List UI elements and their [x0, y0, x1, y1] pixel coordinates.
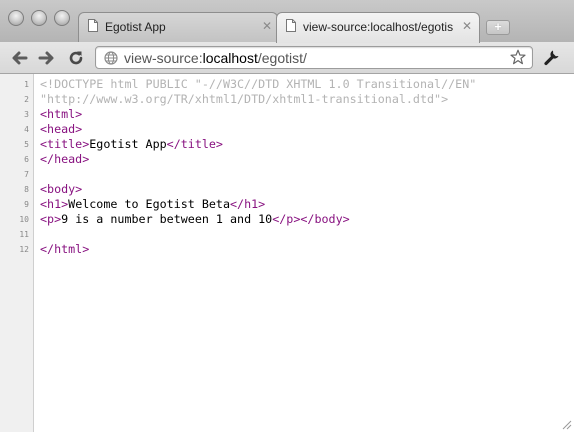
source-line: 1 <!DOCTYPE html PUBLIC "-//W3C//DTD XHTM… — [0, 77, 574, 92]
line-number: 8 — [24, 185, 29, 194]
source-line: 7 — [0, 167, 574, 182]
doctype-token: <!DOCTYPE html PUBLIC "-//W3C//DTD XHTML… — [40, 77, 477, 91]
source-line: 9 <h1>Welcome to Egotist Beta</h1> — [0, 197, 574, 212]
tab-egotist-app[interactable]: Egotist App ✕ — [78, 12, 278, 42]
line-number: 11 — [19, 230, 29, 239]
source-line: 3 <html> — [0, 107, 574, 122]
line-number: 7 — [24, 170, 29, 179]
url-path: /egotist/ — [257, 50, 307, 66]
zoom-window-button[interactable] — [54, 10, 70, 26]
text-token: Welcome to Egotist Beta — [68, 197, 230, 211]
url-scheme: view-source: — [124, 50, 203, 66]
source-lines: 1 <!DOCTYPE html PUBLIC "-//W3C//DTD XHTM… — [0, 77, 574, 257]
line-number: 2 — [24, 95, 29, 104]
new-tab-button[interactable]: + — [486, 20, 510, 35]
source-view: 1 <!DOCTYPE html PUBLIC "-//W3C//DTD XHTM… — [0, 74, 574, 432]
browser-window: Egotist App ✕ view-source:localhost/egot… — [0, 0, 574, 432]
source-line: 10 <p>9 is a number between 1 and 10</p><… — [0, 212, 574, 227]
html-tag-token: </head> — [40, 152, 90, 166]
source-line: 12 </html> — [0, 242, 574, 257]
wrench-menu-icon[interactable] — [543, 48, 561, 66]
tab-close-icon[interactable]: ✕ — [262, 20, 272, 32]
code-line: <!DOCTYPE html PUBLIC "-//W3C//DTD XHTML… — [40, 77, 476, 92]
code-line: <h1>Welcome to Egotist Beta</h1> — [40, 197, 265, 212]
line-number: 6 — [24, 155, 29, 164]
html-tag-token: </title> — [166, 137, 223, 151]
html-tag-token: <title> — [40, 137, 90, 151]
url-text: view-source:localhost/egotist/ — [124, 50, 307, 66]
reload-icon[interactable] — [67, 49, 85, 67]
html-tag-token: </body> — [300, 212, 350, 226]
html-tag-token: <p> — [40, 212, 62, 226]
code-line: "http://www.w3.org/TR/xhtml1/DTD/xhtml1-… — [40, 92, 448, 107]
code-line: </html> — [40, 242, 89, 257]
code-line: <html> — [40, 107, 82, 122]
toolbar: view-source:localhost/egotist/ — [0, 42, 574, 74]
source-line: 4 <head> — [0, 122, 574, 137]
line-number: 1 — [24, 80, 29, 89]
line-number: 12 — [19, 245, 29, 254]
bookmark-star-icon[interactable] — [510, 49, 526, 65]
tab-title: Egotist App — [105, 20, 166, 34]
back-arrow-icon[interactable] — [10, 49, 28, 67]
html-tag-token: <body> — [40, 182, 83, 196]
line-number: 4 — [24, 125, 29, 134]
line-number: 10 — [19, 215, 29, 224]
globe-icon — [104, 51, 118, 65]
tab-close-icon[interactable]: ✕ — [462, 20, 472, 32]
code-line: </head> — [40, 152, 89, 167]
resize-grip-icon[interactable] — [560, 418, 572, 430]
html-tag-token: <html> — [40, 107, 83, 121]
code-line: <body> — [40, 182, 82, 197]
line-number: 9 — [24, 200, 29, 209]
html-tag-token: </h1> — [230, 197, 266, 211]
code-line: <title>Egotist App</title> — [40, 137, 223, 152]
html-tag-token: </html> — [40, 242, 90, 256]
line-number: 3 — [24, 110, 29, 119]
line-number: 5 — [24, 140, 29, 149]
tab-strip: Egotist App ✕ view-source:localhost/egot… — [0, 0, 574, 43]
close-window-button[interactable] — [8, 10, 24, 26]
source-line: 11 — [0, 227, 574, 242]
doctype-token: "http://www.w3.org/TR/xhtml1/DTD/xhtml1-… — [40, 92, 449, 106]
url-host: localhost — [202, 50, 258, 66]
tab-view-source[interactable]: view-source:localhost/egotis ✕ — [276, 12, 480, 43]
page-icon — [286, 19, 296, 32]
code-line: <p>9 is a number between 1 and 10</p></b… — [40, 212, 350, 227]
text-token: 9 is a number between 1 and 10 — [61, 212, 273, 226]
forward-arrow-icon[interactable] — [38, 49, 56, 67]
tab-title: view-source:localhost/egotis — [303, 20, 454, 34]
text-token: Egotist App — [89, 137, 167, 151]
address-bar[interactable]: view-source:localhost/egotist/ — [95, 46, 533, 69]
source-line: 8 <body> — [0, 182, 574, 197]
minimize-window-button[interactable] — [31, 10, 47, 26]
code-line: <head> — [40, 122, 82, 137]
html-tag-token: <head> — [40, 122, 83, 136]
page-icon — [88, 19, 98, 32]
html-tag-token: <h1> — [40, 197, 69, 211]
source-line: 6 </head> — [0, 152, 574, 167]
html-tag-token: </p> — [272, 212, 301, 226]
source-line: 2 "http://www.w3.org/TR/xhtml1/DTD/xhtml1… — [0, 92, 574, 107]
source-line: 5 <title>Egotist App</title> — [0, 137, 574, 152]
